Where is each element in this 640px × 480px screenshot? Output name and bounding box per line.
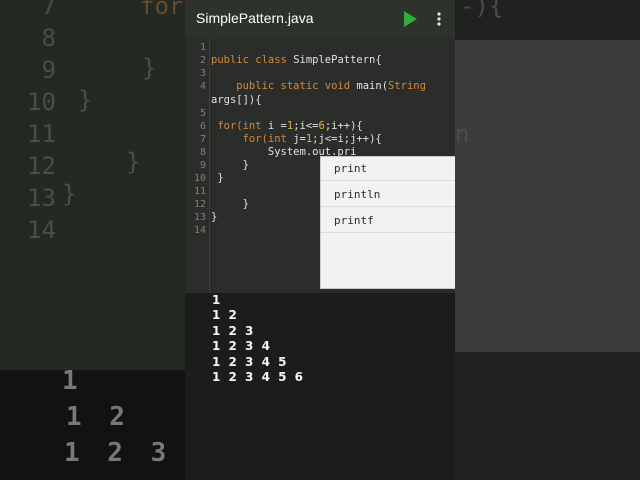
line-number: 12 [193, 199, 206, 210]
background-output-line: 1 [62, 366, 84, 396]
background-suggestion-panel [455, 40, 640, 352]
background-code-fragment: n [455, 120, 470, 148]
output-line: 1 2 [212, 308, 239, 322]
background-line-number: 12 [27, 152, 56, 180]
file-title: SimplePattern.java [196, 10, 314, 26]
code-text: j= [286, 133, 306, 145]
keyword: for( [211, 120, 243, 132]
background-code-brace: } [62, 180, 77, 208]
line-number: 1 [199, 42, 206, 53]
run-button[interactable] [401, 9, 419, 29]
background-code-brace: } [126, 148, 141, 176]
background-code-brace: } [78, 86, 93, 114]
line-number: 14 [193, 225, 206, 236]
code-editor[interactable]: 1 2 3 4 5 6 7 8 9 10 11 12 13 14 public … [185, 38, 455, 293]
background-line-number: 7 [41, 0, 56, 20]
output-line: 1 2 3 4 5 [212, 355, 289, 369]
background-output-line: 1 2 3 [64, 438, 173, 468]
line-number: 5 [199, 108, 206, 119]
autocomplete-item-printf[interactable]: printf [321, 209, 455, 233]
code-text: ;j<=i;j++){ [312, 133, 382, 145]
code-line: } [211, 159, 249, 171]
code-line: args[]){ [211, 94, 262, 106]
line-number: 9 [199, 160, 206, 171]
line-number: 2 [199, 55, 206, 66]
line-number: 13 [193, 212, 206, 223]
code-line: for(int j=1;j<=i;j++){ [211, 133, 382, 145]
code-line: } [211, 211, 218, 223]
background-line-number: 8 [41, 24, 56, 52]
code-line: } [211, 172, 224, 184]
output-line: 1 2 3 4 [212, 339, 272, 353]
line-number: 6 [199, 121, 206, 132]
method-name: main( [356, 80, 389, 92]
keyword: for( [211, 133, 268, 145]
line-number: 11 [193, 186, 206, 197]
keyword: public class [211, 54, 294, 66]
background-code-brace: } [142, 54, 157, 82]
line-number: 7 [199, 134, 206, 145]
output-line: 1 2 3 [212, 324, 256, 338]
keyword: int [242, 120, 262, 132]
code-line: for(int i =1;i<=6;i++){ [211, 120, 363, 132]
background-line-number: 11 [27, 120, 56, 148]
background-code-fragment: -){ [460, 0, 504, 20]
background-output-line: 1 2 [66, 402, 131, 432]
line-number-gutter: 1 2 3 4 5 6 7 8 9 10 11 12 13 14 [185, 38, 210, 293]
autocomplete-item-println[interactable]: println [321, 183, 455, 207]
line-number: 4 [199, 81, 206, 92]
autocomplete-popup: print println printf [320, 156, 455, 289]
keyword: int [267, 133, 287, 145]
code-line: } [211, 198, 249, 210]
background-line-numbers: 7 8 9 10 11 12 13 14 [14, 0, 56, 246]
code-line: public static void main(String [211, 80, 426, 92]
line-number: 10 [193, 173, 206, 184]
more-options-button[interactable] [431, 10, 447, 28]
code-line: public class SimplePattern{ [211, 54, 382, 66]
keyword: public static void [211, 80, 357, 92]
background-line-number: 14 [27, 216, 56, 244]
background-line-number: 13 [27, 184, 56, 212]
play-icon [404, 11, 417, 27]
output-console: 1 1 2 1 2 3 1 2 3 4 1 2 3 4 5 1 2 3 4 5 … [185, 293, 455, 480]
phone-screen: SimplePattern.java 1 2 3 4 5 6 7 8 9 10 [185, 0, 455, 480]
background-line-number: 10 [27, 88, 56, 116]
output-line: 1 [212, 293, 223, 307]
class-name: SimplePattern{ [293, 54, 382, 66]
code-text: ;i<= [293, 120, 319, 132]
autocomplete-item-print[interactable]: print [321, 157, 455, 181]
app-bar: SimplePattern.java [185, 0, 455, 38]
code-text: i = [261, 120, 287, 132]
code-text: args[]){ [211, 94, 262, 106]
line-number: 8 [199, 147, 206, 158]
code-text: ;i++){ [324, 120, 363, 132]
line-number: 3 [199, 68, 206, 79]
output-line: 1 2 3 4 5 6 [212, 370, 305, 384]
type-name: String [388, 80, 426, 92]
more-vert-icon [437, 12, 441, 26]
background-code-fragment: for [140, 0, 184, 20]
background-line-number: 9 [41, 56, 56, 84]
